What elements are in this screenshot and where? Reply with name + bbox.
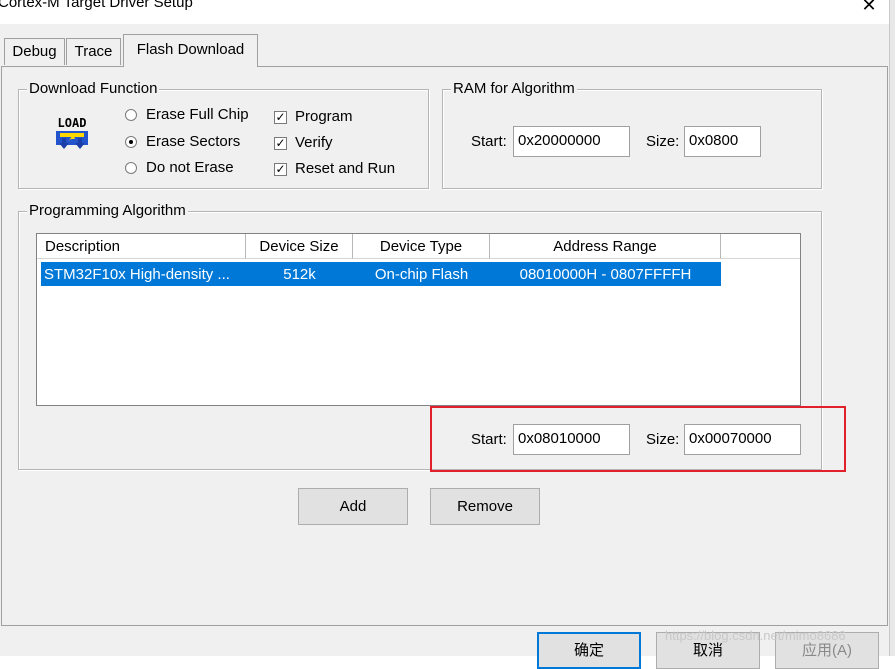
tab-debug[interactable]: Debug <box>4 38 65 65</box>
add-button[interactable]: Add <box>298 488 408 525</box>
column-header-address-range[interactable]: Address Range <box>490 234 721 259</box>
do-not-erase-label: Do not Erase <box>146 159 234 176</box>
cell-device-type: On-chip Flash <box>374 266 469 283</box>
ram-size-field[interactable]: 0x0800 <box>684 126 761 157</box>
erase-sectors-label: Erase Sectors <box>146 133 241 150</box>
load-icon: LOAD <box>56 116 88 149</box>
reset-and-run-checkbox[interactable]: ✓ <box>274 163 287 176</box>
column-header-description[interactable]: Description <box>37 234 246 259</box>
reset-and-run-label: Reset and Run <box>295 160 396 177</box>
do-not-erase-radio[interactable] <box>125 162 137 174</box>
cell-description: STM32F10x High-density ... <box>44 266 230 283</box>
remove-button[interactable]: Remove <box>430 488 540 525</box>
highlight-annotation-box <box>430 406 846 472</box>
erase-sectors-radio[interactable] <box>125 136 137 148</box>
ram-for-algorithm-legend: RAM for Algorithm <box>451 80 577 97</box>
ram-start-field[interactable]: 0x20000000 <box>513 126 630 157</box>
ram-start-label: Start: <box>471 133 507 150</box>
download-function-legend: Download Function <box>27 80 160 97</box>
column-header-device-type[interactable]: Device Type <box>353 234 490 259</box>
watermark: https://blog.csdn.net/mimo8686 <box>665 628 846 643</box>
cell-device-size: 512k <box>283 266 316 283</box>
column-header-device-size[interactable]: Device Size <box>246 234 353 259</box>
window-title: Cortex-M Target Driver Setup <box>0 0 193 11</box>
tab-flash-download[interactable]: Flash Download <box>123 34 258 67</box>
erase-full-chip-label: Erase Full Chip <box>146 106 249 123</box>
erase-full-chip-radio[interactable] <box>125 109 137 121</box>
program-label: Program <box>295 108 353 125</box>
column-header-filler <box>721 234 800 259</box>
programming-algorithm-legend: Programming Algorithm <box>27 202 188 219</box>
close-icon[interactable]: ✕ <box>857 0 881 18</box>
window-edge <box>889 0 895 656</box>
verify-checkbox[interactable]: ✓ <box>274 137 287 150</box>
program-checkbox[interactable]: ✓ <box>274 111 287 124</box>
ram-size-label: Size: <box>646 133 680 150</box>
tab-trace[interactable]: Trace <box>66 38 121 65</box>
load-icon-text: LOAD <box>58 116 87 130</box>
ok-button[interactable]: 确定 <box>537 632 641 669</box>
verify-label: Verify <box>295 134 333 151</box>
cell-address-range: 08010000H - 0807FFFFH <box>519 266 692 283</box>
